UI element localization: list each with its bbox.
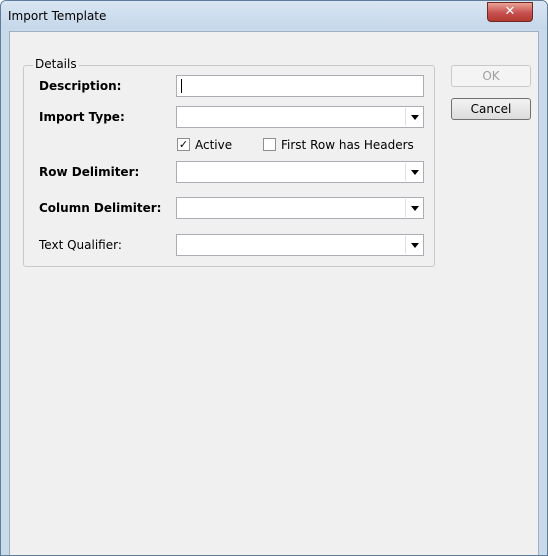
row-delimiter-label: Row Delimiter: (39, 165, 140, 179)
cancel-button[interactable]: Cancel (451, 98, 531, 120)
first-row-headers-checkbox[interactable] (263, 138, 276, 151)
column-delimiter-label: Column Delimiter: (39, 201, 162, 215)
window-title: Import Template (8, 9, 107, 23)
import-type-label: Import Type: (39, 110, 125, 124)
ok-button[interactable]: OK (451, 65, 531, 87)
close-button[interactable]: ✕ (487, 2, 533, 22)
chevron-down-icon[interactable] (405, 236, 422, 254)
chevron-down-icon[interactable] (405, 163, 422, 181)
column-delimiter-dropdown[interactable] (176, 197, 424, 219)
chevron-down-icon[interactable] (405, 108, 422, 126)
first-row-headers-label: First Row has Headers (281, 138, 414, 152)
chevron-down-icon[interactable] (405, 199, 422, 217)
close-icon: ✕ (504, 4, 516, 19)
checkmark-icon: ✓ (178, 138, 189, 151)
text-qualifier-label: Text Qualifier: (39, 238, 122, 252)
text-qualifier-dropdown[interactable] (176, 234, 424, 256)
text-caret (181, 79, 182, 93)
description-input[interactable] (176, 75, 424, 97)
description-label: Description: (39, 79, 122, 93)
active-checkbox[interactable]: ✓ (177, 138, 190, 151)
active-label: Active (195, 138, 233, 152)
title-bar[interactable]: Import Template ✕ (1, 1, 547, 29)
row-delimiter-dropdown[interactable] (176, 161, 424, 183)
import-template-dialog: Import Template ✕ Details Description: I… (0, 0, 548, 556)
import-type-dropdown[interactable] (176, 106, 424, 128)
details-legend: Details (33, 57, 79, 71)
